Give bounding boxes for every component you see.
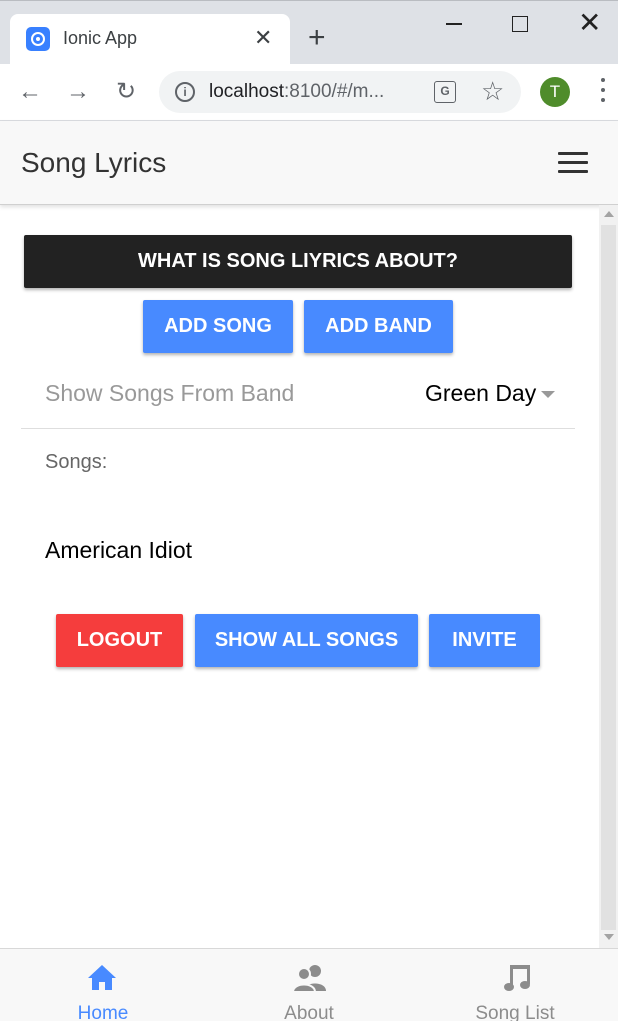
musical-note-icon — [504, 965, 530, 991]
minimize-window-icon[interactable] — [446, 23, 462, 25]
reload-icon[interactable]: ↻ — [112, 78, 140, 106]
scrollbar[interactable] — [599, 205, 618, 948]
songs-label: Songs: — [45, 451, 108, 473]
translate-icon[interactable]: G — [434, 81, 456, 103]
scroll-down-arrow-icon[interactable] — [604, 934, 614, 940]
back-arrow-icon[interactable]: ← — [16, 78, 44, 106]
about-app-button[interactable]: WHAT IS SONG LIYRICS ABOUT? — [24, 235, 572, 288]
tab-home[interactable]: Home — [0, 949, 206, 1021]
forward-arrow-icon[interactable]: → — [64, 78, 92, 106]
song-list-item[interactable]: American Idiot — [45, 537, 192, 564]
browser-toolbar: ← → ↻ i localhost:8100/#/m... G ☆ T — [0, 64, 618, 121]
close-window-icon[interactable]: ✕ — [578, 9, 601, 37]
new-tab-icon[interactable]: + — [308, 23, 326, 53]
ionic-favicon-icon — [26, 27, 50, 51]
tab-about[interactable]: About — [206, 949, 412, 1021]
site-info-icon[interactable]: i — [175, 82, 195, 102]
url-text[interactable]: localhost:8100/#/m... — [209, 81, 384, 103]
bottom-tab-bar: Home About Song List — [0, 948, 618, 1021]
close-tab-icon[interactable]: ✕ — [254, 26, 272, 50]
dropdown-arrow-icon[interactable] — [541, 391, 555, 398]
scroll-up-arrow-icon[interactable] — [604, 211, 614, 217]
tab-song-list-label: Song List — [475, 1003, 555, 1021]
profile-avatar[interactable]: T — [540, 77, 570, 107]
tab-about-label: About — [284, 1003, 334, 1021]
band-select-value[interactable]: Green Day — [425, 380, 536, 407]
contacts-icon — [292, 965, 326, 993]
hamburger-menu-icon[interactable] — [558, 152, 588, 174]
show-all-songs-button[interactable]: SHOW ALL SONGS — [195, 614, 418, 667]
address-bar[interactable]: i localhost:8100/#/m... G ☆ — [159, 71, 521, 113]
logout-button[interactable]: LOGOUT — [56, 614, 183, 667]
bookmark-star-icon[interactable]: ☆ — [481, 77, 504, 105]
invite-button[interactable]: INVITE — [429, 614, 540, 667]
add-band-button[interactable]: ADD BAND — [304, 300, 453, 353]
home-icon — [88, 965, 116, 990]
band-select[interactable]: Show Songs From Band Green Day — [21, 360, 575, 429]
browser-tab[interactable]: Ionic App ✕ — [10, 14, 290, 66]
browser-menu-icon[interactable] — [596, 76, 610, 108]
app-header: Song Lyrics — [0, 121, 618, 205]
tab-home-label: Home — [77, 1003, 129, 1021]
scroll-thumb[interactable] — [601, 225, 616, 930]
browser-tab-title: Ionic App — [63, 28, 138, 48]
maximize-window-icon[interactable] — [512, 16, 528, 32]
browser-tabstrip: Ionic App ✕ + ✕ — [0, 0, 618, 66]
band-select-label: Show Songs From Band — [45, 380, 295, 406]
page-title: Song Lyrics — [21, 147, 167, 178]
tab-song-list[interactable]: Song List — [412, 949, 618, 1021]
add-song-button[interactable]: ADD SONG — [143, 300, 293, 353]
